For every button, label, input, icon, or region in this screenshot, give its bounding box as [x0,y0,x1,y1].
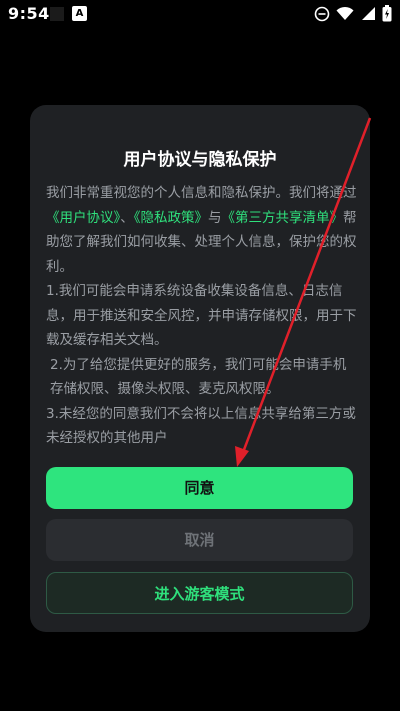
screen: 9:54 A 用户协议与隐私保护 我们非常重视您的个人信息和隐私保护。我们将通过… [0,0,400,711]
status-icons [314,5,392,22]
privacy-dialog: 用户协议与隐私保护 我们非常重视您的个人信息和隐私保护。我们将通过《用户协议》、… [30,105,370,632]
cancel-button[interactable]: 取消 [46,519,353,561]
intro-paragraph: 我们非常重视您的个人信息和隐私保护。我们将通过《用户协议》、《隐私政策》与《第三… [46,181,358,279]
dialog-body: 我们非常重视您的个人信息和隐私保护。我们将通过《用户协议》、《隐私政策》与《第三… [46,181,358,451]
battery-icon [382,5,392,22]
policy-item-2: 2.为了给您提供更好的服务，我们可能会申请手机存储权限、摄像头权限、麦克风权限。 [50,356,347,398]
agree-button[interactable]: 同意 [46,467,353,509]
intro-text-1: 我们非常重视您的个人信息和隐私保护。我们将通过 [46,185,357,201]
third-party-list-link[interactable]: 《第三方共享清单》 [222,210,344,226]
status-time: 9:54 [8,4,50,23]
signal-icon [360,6,376,21]
wifi-icon [336,6,354,21]
notification-square-icon [50,7,64,21]
notification-a-icon: A [72,6,87,21]
status-bar: 9:54 A [0,0,400,30]
policy-item-1: 1.我们可能会申请系统设备收集设备信息、日志信息，用于推送和安全风控，并申请存储… [46,283,357,348]
separator-1: 、 [120,209,134,226]
policy-item-3: 3.未经您的同意我们不会将以上信息共享给第三方或未经授权的其他用户 [46,405,356,447]
dnd-icon [314,6,330,22]
user-agreement-link[interactable]: 《用户协议》 [46,210,120,226]
guest-mode-button[interactable]: 进入游客模式 [46,572,353,614]
privacy-policy-link[interactable]: 《隐私政策》 [134,210,208,226]
dialog-title: 用户协议与隐私保护 [123,150,277,170]
separator-2: 与 [208,209,222,226]
